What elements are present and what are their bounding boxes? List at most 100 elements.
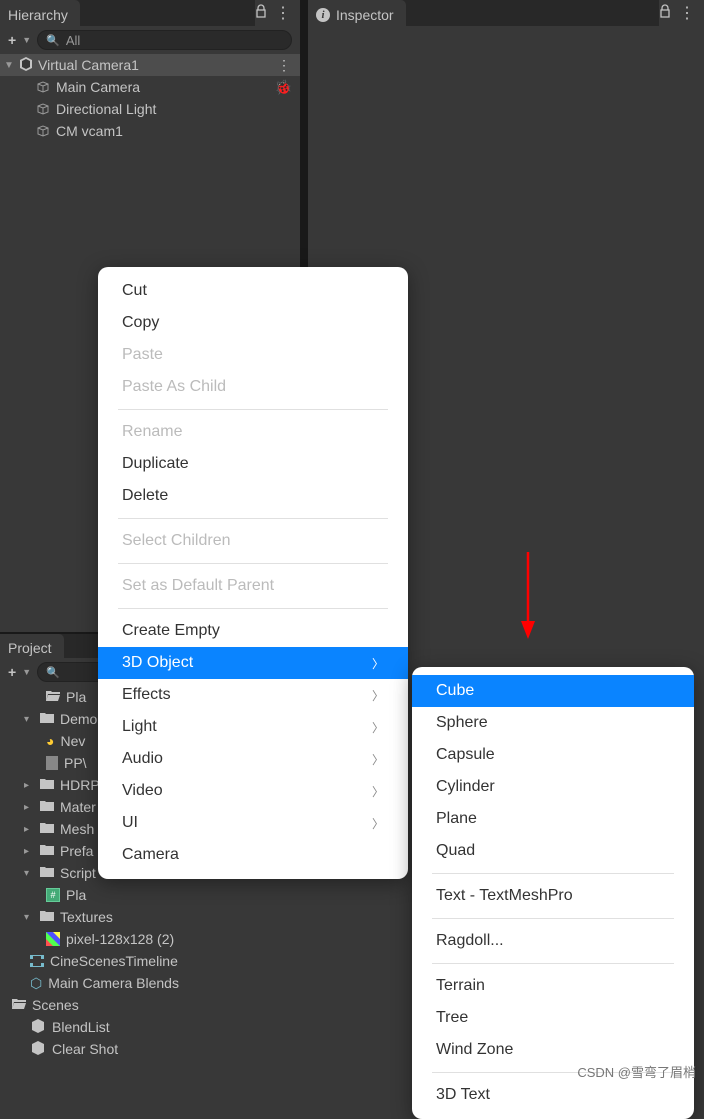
- submenu-arrow-icon: 〉: [372, 687, 384, 704]
- project-item-label: Scenes: [32, 997, 79, 1013]
- menu-item-label: Capsule: [436, 746, 495, 764]
- scene-icon: [30, 1018, 46, 1037]
- hierarchy-search-input[interactable]: 🔍All: [37, 30, 292, 50]
- project-item[interactable]: CineScenesTimeline: [0, 950, 300, 972]
- add-dropdown-icon[interactable]: ▼: [22, 667, 31, 677]
- menu-item-label: Copy: [122, 314, 159, 332]
- menu-item[interactable]: Video〉: [98, 775, 408, 807]
- folder-icon: [40, 821, 54, 837]
- menu-item-label: Tree: [436, 1009, 468, 1027]
- menu-item[interactable]: Cut: [98, 275, 408, 307]
- scene-icon: [30, 1040, 46, 1059]
- menu-item[interactable]: 3D Object〉: [98, 647, 408, 679]
- project-item-label: PP\: [64, 755, 87, 771]
- hierarchy-item-label: Main Camera: [56, 79, 140, 95]
- menu-item: Set as Default Parent: [98, 570, 408, 602]
- scene-menu-icon[interactable]: ⋮: [277, 57, 292, 74]
- menu-item-label: 3D Text: [436, 1086, 490, 1104]
- script-icon: #: [46, 888, 60, 902]
- menu-item[interactable]: Text - TextMeshPro: [412, 880, 694, 912]
- menu-separator: [432, 873, 674, 874]
- lock-icon[interactable]: [255, 4, 267, 23]
- project-item[interactable]: BlendList: [0, 1016, 300, 1038]
- foldout-icon[interactable]: ▸: [24, 802, 34, 813]
- menu-item[interactable]: Sphere: [412, 707, 694, 739]
- project-item-label: Pla: [66, 887, 86, 903]
- watermark: CSDN @雪弯了眉梢: [577, 1062, 696, 1081]
- project-tab[interactable]: Project: [0, 634, 64, 658]
- project-item[interactable]: Clear Shot: [0, 1038, 300, 1060]
- hierarchy-tab-label: Hierarchy: [8, 7, 68, 23]
- foldout-icon[interactable]: ▸: [24, 824, 34, 835]
- inspector-tab[interactable]: i Inspector: [308, 0, 406, 26]
- menu-item[interactable]: Ragdoll...: [412, 925, 694, 957]
- submenu-arrow-icon: 〉: [372, 783, 384, 800]
- foldout-icon[interactable]: ▼: [4, 60, 14, 71]
- search-text: All: [66, 33, 80, 48]
- project-item-label: Clear Shot: [52, 1041, 118, 1057]
- hierarchy-item[interactable]: CM vcam1: [0, 120, 300, 142]
- menu-item[interactable]: Tree: [412, 1002, 694, 1034]
- menu-item-label: Terrain: [436, 977, 485, 995]
- blend-icon: ⬡: [30, 975, 42, 992]
- menu-separator: [432, 918, 674, 919]
- hierarchy-tab[interactable]: Hierarchy: [0, 0, 80, 26]
- project-item[interactable]: ▾Textures: [0, 906, 300, 928]
- menu-item[interactable]: Quad: [412, 835, 694, 867]
- menu-item[interactable]: Terrain: [412, 970, 694, 1002]
- menu-item[interactable]: Delete: [98, 480, 408, 512]
- submenu-arrow-icon: 〉: [372, 719, 384, 736]
- menu-item[interactable]: Capsule: [412, 739, 694, 771]
- menu-item[interactable]: UI 〉: [98, 807, 408, 839]
- menu-item[interactable]: Plane: [412, 803, 694, 835]
- folder-open-icon: [46, 689, 60, 705]
- foldout-icon[interactable]: ▾: [24, 868, 34, 879]
- project-item[interactable]: # Pla: [0, 884, 300, 906]
- foldout-icon[interactable]: ▸: [24, 780, 34, 791]
- hierarchy-toolbar: + ▼ 🔍All: [0, 26, 300, 54]
- project-item-label: Prefa: [60, 843, 93, 859]
- hierarchy-item[interactable]: Directional Light: [0, 98, 300, 120]
- panel-menu-icon[interactable]: ⋮: [275, 3, 292, 23]
- project-item[interactable]: Scenes: [0, 994, 300, 1016]
- foldout-icon[interactable]: ▾: [24, 912, 34, 923]
- add-icon[interactable]: +: [8, 664, 16, 680]
- scene-row[interactable]: ▼ Virtual Camera1 ⋮: [0, 54, 300, 76]
- menu-item[interactable]: Create Empty: [98, 615, 408, 647]
- menu-item[interactable]: Copy: [98, 307, 408, 339]
- menu-item[interactable]: Cylinder: [412, 771, 694, 803]
- menu-item-label: Select Children: [122, 532, 231, 550]
- gameobject-icon: [36, 80, 52, 94]
- asset-icon: ◕: [46, 733, 54, 749]
- menu-item[interactable]: Effects〉: [98, 679, 408, 711]
- submenu-arrow-icon: 〉: [372, 751, 384, 768]
- panel-menu-icon[interactable]: ⋮: [679, 3, 696, 23]
- project-item-label: Demo: [60, 711, 97, 727]
- hierarchy-tabbar: Hierarchy ⋮: [0, 0, 300, 26]
- menu-item[interactable]: Camera: [98, 839, 408, 871]
- menu-item[interactable]: Light〉: [98, 711, 408, 743]
- menu-item-label: Paste: [122, 346, 163, 364]
- add-dropdown-icon[interactable]: ▼: [22, 35, 31, 45]
- project-item[interactable]: ⬡ Main Camera Blends: [0, 972, 300, 994]
- project-item-label: Pla: [66, 689, 86, 705]
- lock-icon[interactable]: [659, 4, 671, 23]
- hierarchy-item[interactable]: Main Camera🐞: [0, 76, 300, 98]
- menu-item[interactable]: Audio〉: [98, 743, 408, 775]
- project-item-label: Mater: [60, 799, 96, 815]
- menu-item-label: Plane: [436, 810, 477, 828]
- menu-item[interactable]: 3D Text: [412, 1079, 694, 1111]
- menu-item[interactable]: Cube: [412, 675, 694, 707]
- menu-item[interactable]: Duplicate: [98, 448, 408, 480]
- foldout-icon[interactable]: ▾: [24, 714, 34, 725]
- menu-item-label: UI: [122, 814, 138, 832]
- project-item[interactable]: pixel-128x128 (2): [0, 928, 300, 950]
- menu-item-label: Rename: [122, 423, 182, 441]
- foldout-icon[interactable]: ▸: [24, 846, 34, 857]
- menu-item-label: Cube: [436, 682, 474, 700]
- submenu-arrow-icon: 〉: [372, 815, 384, 832]
- add-icon[interactable]: +: [8, 32, 16, 48]
- project-item-label: Main Camera Blends: [48, 975, 179, 991]
- info-icon: i: [316, 8, 330, 22]
- menu-item-label: Paste As Child: [122, 378, 226, 396]
